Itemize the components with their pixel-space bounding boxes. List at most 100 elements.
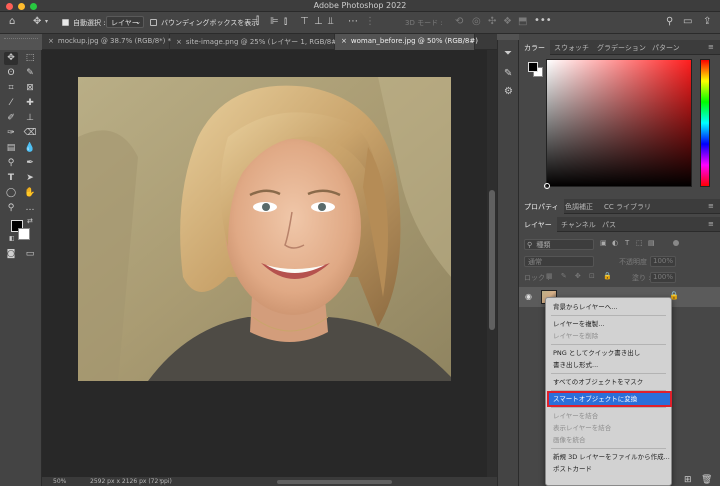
- panel-menu-icon[interactable]: ≡: [708, 43, 714, 51]
- tab-properties[interactable]: プロパティ: [519, 199, 564, 214]
- frame-tool-icon[interactable]: ⊠: [23, 82, 37, 95]
- quick-select-tool-icon[interactable]: ✎: [23, 67, 37, 80]
- chevron-down-icon[interactable]: ▾: [45, 17, 48, 27]
- 3d-rotate-icon[interactable]: ⟲: [455, 17, 463, 27]
- crop-tool-icon[interactable]: ⌗: [4, 82, 18, 95]
- close-icon[interactable]: ×: [176, 38, 182, 46]
- context-menu-item[interactable]: ポストカード: [546, 463, 671, 475]
- auto-select-checkbox[interactable]: [62, 19, 69, 26]
- context-menu-item[interactable]: 画像を統合: [546, 434, 671, 446]
- more-icon[interactable]: •••: [534, 16, 552, 26]
- status-menu-icon[interactable]: ›: [159, 477, 161, 484]
- context-menu-item[interactable]: 新規 3D レイヤーをファイルから作成...: [546, 451, 671, 463]
- adjustments-icon[interactable]: ⚙: [504, 86, 513, 97]
- align-center-icon[interactable]: ⊫: [270, 17, 279, 27]
- align-right-icon[interactable]: ⫾: [284, 17, 287, 27]
- align-bottom-icon[interactable]: ⫫: [328, 17, 334, 27]
- align-middle-icon[interactable]: ⊥: [314, 17, 323, 27]
- zoom-level[interactable]: 50%: [53, 478, 66, 485]
- close-icon[interactable]: ×: [48, 37, 54, 45]
- default-colors-icon[interactable]: ◧: [9, 235, 15, 242]
- filter-pixel-icon[interactable]: ▣: [600, 239, 607, 247]
- panel-menu-icon[interactable]: ≡: [708, 202, 714, 210]
- history-brush-tool-icon[interactable]: ✑: [4, 127, 18, 140]
- 3d-roll-icon[interactable]: ◎: [472, 17, 481, 27]
- 3d-slide-icon[interactable]: ❖: [503, 17, 512, 27]
- distribute-vertical-icon[interactable]: ⋮: [365, 17, 375, 27]
- shape-tool-icon[interactable]: ◯: [4, 187, 18, 200]
- context-menu-item[interactable]: すべてのオブジェクトをマスク: [546, 376, 671, 388]
- eye-icon[interactable]: ◉: [525, 292, 532, 301]
- context-menu-item[interactable]: PNG としてクイック書き出し: [546, 347, 671, 359]
- lasso-tool-icon[interactable]: ʘ: [4, 67, 18, 80]
- zoom-tool-icon[interactable]: ⚲: [4, 202, 18, 215]
- screen-mode-icon[interactable]: ▭: [23, 248, 37, 261]
- delete-layer-icon[interactable]: 🗑: [701, 475, 712, 485]
- context-menu-item[interactable]: 書き出し形式...: [546, 359, 671, 371]
- auto-select-dropdown[interactable]: レイヤー ⌄: [106, 16, 144, 28]
- tab-color[interactable]: カラー: [519, 40, 550, 55]
- horizontal-scrollbar-thumb[interactable]: [277, 480, 392, 484]
- canvas-vertical-scrollbar[interactable]: [487, 50, 497, 477]
- path-select-tool-icon[interactable]: ➤: [23, 172, 37, 185]
- brush-settings-icon[interactable]: ✎: [504, 68, 512, 79]
- fill-input[interactable]: 100%: [650, 272, 676, 283]
- close-icon[interactable]: ×: [341, 37, 347, 45]
- type-tool-icon[interactable]: T: [4, 172, 18, 185]
- document-image[interactable]: [78, 77, 451, 381]
- align-top-icon[interactable]: ⊤: [300, 17, 309, 27]
- eyedropper-tool-icon[interactable]: ⁄: [4, 97, 18, 110]
- context-menu-item[interactable]: レイヤーを削除: [546, 330, 671, 342]
- hue-slider[interactable]: [700, 59, 710, 187]
- layer-filter-field[interactable]: ⚲ 種類: [524, 239, 594, 250]
- hand-tool-icon[interactable]: ✋: [23, 187, 37, 200]
- background-color-swatch[interactable]: [18, 228, 30, 240]
- tab-patterns[interactable]: パターン: [647, 40, 685, 55]
- brush-tool-icon[interactable]: ✐: [4, 112, 18, 125]
- pen-tool-icon[interactable]: ✒: [23, 157, 37, 170]
- dodge-tool-icon[interactable]: ⚲: [4, 157, 18, 170]
- share-icon[interactable]: ⇪: [703, 17, 711, 27]
- move-tool-icon[interactable]: ✥: [4, 52, 18, 65]
- 3d-scale-icon[interactable]: ⬒: [518, 17, 527, 27]
- new-layer-icon[interactable]: ⊞: [684, 475, 692, 485]
- align-left-icon[interactable]: ⫿: [256, 17, 259, 27]
- filter-smart-object-icon[interactable]: ▤: [648, 239, 655, 247]
- filter-adjustment-icon[interactable]: ◐: [612, 239, 618, 247]
- tab-gradients[interactable]: グラデーション: [592, 40, 651, 55]
- filter-shape-icon[interactable]: ⬚: [636, 239, 643, 247]
- history-panel-icon[interactable]: ⏷: [504, 48, 512, 59]
- scrollbar-thumb[interactable]: [489, 190, 495, 330]
- stamp-tool-icon[interactable]: ⊥: [23, 112, 37, 125]
- tab-layers[interactable]: レイヤー: [519, 217, 557, 232]
- bounding-box-checkbox[interactable]: [150, 19, 157, 26]
- document-tab-woman-before[interactable]: × woman_before.jpg @ 50% (RGB/8#): [335, 34, 478, 50]
- filter-toggle[interactable]: [673, 240, 679, 246]
- canvas-area[interactable]: [42, 50, 497, 477]
- tab-adjustments[interactable]: 色調補正: [560, 199, 598, 214]
- tab-paths[interactable]: パス: [597, 217, 621, 232]
- distribute-icon[interactable]: ⋯: [348, 17, 358, 27]
- context-menu-item[interactable]: 背景からレイヤーへ...: [546, 301, 671, 313]
- move-tool-icon[interactable]: ✥: [33, 17, 41, 27]
- workspace-icon[interactable]: ▭: [683, 17, 692, 27]
- blend-mode-dropdown[interactable]: 通常: [524, 256, 594, 267]
- tab-cc-libraries[interactable]: CC ライブラリ: [599, 199, 656, 214]
- lock-icons[interactable]: ▦ ✎ ✥ ⊡ 🔒: [546, 272, 615, 280]
- context-menu-item[interactable]: スマートオブジェクトに変換: [547, 391, 672, 407]
- context-menu-item[interactable]: レイヤーを複製...: [546, 318, 671, 330]
- tab-channels[interactable]: チャンネル: [556, 217, 601, 232]
- more-tools-icon[interactable]: …: [23, 202, 37, 215]
- healing-brush-tool-icon[interactable]: ✚: [23, 97, 37, 110]
- color-panel-foreground[interactable]: [528, 62, 538, 72]
- swap-colors-icon[interactable]: ⇄: [27, 217, 33, 225]
- gradient-tool-icon[interactable]: ▤: [4, 142, 18, 155]
- search-icon[interactable]: ⚲: [666, 17, 673, 27]
- context-menu-item[interactable]: 表示レイヤーを結合: [546, 422, 671, 434]
- artboard-tool-icon[interactable]: ⬚: [23, 52, 37, 65]
- eraser-tool-icon[interactable]: ⌫: [23, 127, 37, 140]
- 3d-drag-icon[interactable]: ✣: [488, 17, 496, 27]
- filter-type-icon[interactable]: T: [625, 239, 629, 247]
- opacity-input[interactable]: 100%: [650, 256, 676, 267]
- home-icon[interactable]: ⌂: [9, 17, 15, 27]
